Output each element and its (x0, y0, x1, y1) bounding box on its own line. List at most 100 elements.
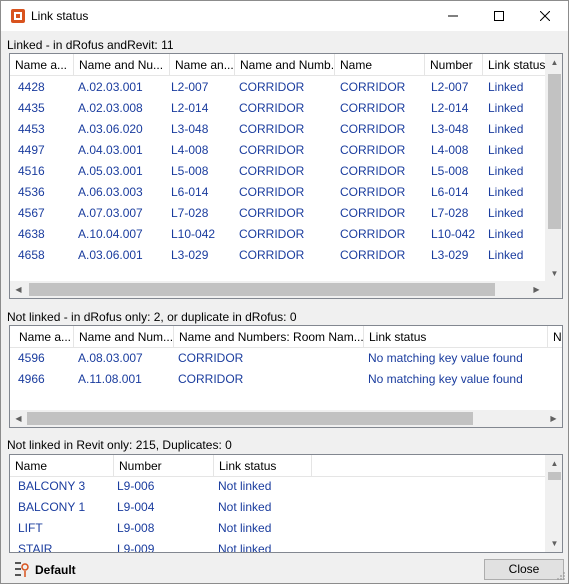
table-cell: Linked (488, 143, 524, 157)
column-header[interactable]: Name and Numb... (235, 54, 335, 76)
close-icon (540, 11, 550, 21)
table-cell: CORRIDOR (239, 122, 305, 136)
title-bar: Link status (1, 1, 568, 31)
column-header[interactable]: Name an... (170, 54, 235, 76)
window-title: Link status (31, 9, 89, 23)
column-header[interactable]: Na (548, 326, 562, 348)
table-cell: Linked (488, 80, 524, 94)
table-cell: L5-008 (171, 164, 209, 178)
table-cell: L2-007 (171, 80, 209, 94)
table-cell: 4435 (18, 101, 45, 115)
table-cell: 4428 (18, 80, 45, 94)
table-cell: L3-029 (431, 248, 469, 262)
table-cell: L3-048 (431, 122, 469, 136)
column-header[interactable]: Name (10, 455, 114, 477)
table-cell: Linked (488, 122, 524, 136)
table-cell: CORRIDOR (178, 372, 244, 386)
table-cell: LIFT (18, 521, 43, 535)
table-cell: CORRIDOR (239, 248, 305, 262)
column-header[interactable]: Name a... (14, 326, 74, 348)
minimize-icon (448, 15, 458, 17)
column-header[interactable]: Number (114, 455, 214, 477)
table-cell: L9-004 (117, 500, 155, 514)
close-window-button[interactable] (522, 1, 568, 31)
scroll-down-arrow-icon[interactable]: ▼ (546, 265, 562, 282)
table-cell: BALCONY 3 (18, 479, 86, 493)
scrollbar-thumb[interactable] (29, 283, 495, 296)
table-cell: L6-014 (171, 185, 209, 199)
resize-grip-icon[interactable] (556, 571, 566, 581)
minimize-button[interactable] (430, 1, 476, 31)
table-cell: CORRIDOR (178, 351, 244, 365)
table-cell: CORRIDOR (340, 101, 406, 115)
scroll-up-arrow-icon[interactable]: ▲ (546, 455, 562, 472)
table-cell: Not linked (218, 542, 272, 553)
table-cell: A.03.06.001 (78, 248, 143, 262)
table-cell: 4966 (18, 372, 45, 386)
column-header[interactable]: Name (335, 54, 425, 76)
table-cell: Not linked (218, 500, 272, 514)
table-cell: Linked (488, 248, 524, 262)
scrollbar-thumb[interactable] (548, 74, 561, 229)
vertical-scrollbar[interactable]: ▲ ▼ (545, 54, 562, 282)
table-cell: A.06.03.003 (78, 185, 143, 199)
column-header[interactable]: Name a... (10, 54, 74, 76)
table-cell: A.11.08.001 (78, 372, 142, 386)
bottom-bar: Default Close (1, 556, 568, 583)
table-cell: L10-042 (171, 227, 216, 241)
table-cell: L2-014 (171, 101, 209, 115)
table-cell: A.07.03.007 (78, 206, 143, 220)
table-cell: CORRIDOR (340, 185, 406, 199)
horizontal-scrollbar[interactable]: ◀ ▶ (10, 281, 545, 298)
table-cell: Not linked (218, 521, 272, 535)
column-header[interactable]: Link status (364, 326, 548, 348)
table-cell: L9-008 (117, 521, 155, 535)
scroll-left-arrow-icon[interactable]: ◀ (10, 410, 27, 427)
table-cell: 4536 (18, 185, 45, 199)
vertical-scrollbar[interactable]: ▲ ▼ (545, 455, 562, 552)
not-linked-revit-grid[interactable]: Name Number Link status BALCONY 3 L9-006 N… (9, 454, 563, 553)
close-button[interactable]: Close (484, 559, 564, 580)
scroll-down-arrow-icon[interactable]: ▼ (546, 535, 562, 552)
column-header[interactable]: Name and Num... (74, 326, 174, 348)
table-cell: L5-008 (431, 164, 469, 178)
linked-grid-header: Name a... Name and Nu... Name an... Name… (10, 54, 547, 76)
not-linked-drofus-grid[interactable]: Name a... Name and Num... Name and Numbe… (9, 325, 563, 428)
scroll-left-arrow-icon[interactable]: ◀ (10, 281, 27, 298)
column-header[interactable]: Name and Nu... (74, 54, 170, 76)
table-cell: Linked (488, 206, 524, 220)
linked-grid[interactable]: Name a... Name and Nu... Name an... Name… (9, 53, 563, 299)
scroll-up-arrow-icon[interactable]: ▲ (546, 54, 562, 71)
horizontal-scrollbar[interactable]: ◀ ▶ (10, 410, 562, 427)
table-cell: L7-028 (431, 206, 469, 220)
table-cell: A.05.03.001 (78, 164, 143, 178)
scrollbar-thumb[interactable] (548, 472, 561, 480)
table-cell: A.04.03.001 (78, 143, 143, 157)
table-cell: CORRIDOR (340, 227, 406, 241)
table-cell: L2-014 (431, 101, 469, 115)
table-cell: 4516 (18, 164, 45, 178)
table-cell: Linked (488, 101, 524, 115)
column-header[interactable]: Number (425, 54, 483, 76)
table-cell: L9-006 (117, 479, 155, 493)
table-cell: CORRIDOR (340, 80, 406, 94)
scroll-right-arrow-icon[interactable]: ▶ (528, 281, 545, 298)
drofus-app-icon (11, 9, 25, 23)
layout-config-icon[interactable] (14, 560, 30, 578)
table-cell: CORRIDOR (239, 101, 305, 115)
table-cell: CORRIDOR (239, 164, 305, 178)
scroll-right-arrow-icon[interactable]: ▶ (545, 410, 562, 427)
table-cell: L4-008 (431, 143, 469, 157)
column-header[interactable]: Name and Numbers: Room Nam... (174, 326, 364, 348)
table-cell: No matching key value found (368, 351, 523, 365)
default-layout-label[interactable]: Default (35, 563, 76, 577)
table-cell: A.03.06.020 (78, 122, 143, 136)
table-cell: A.10.04.007 (78, 227, 143, 241)
table-cell: L4-008 (171, 143, 209, 157)
maximize-button[interactable] (476, 1, 522, 31)
column-header[interactable]: Link status (483, 54, 547, 76)
table-cell: CORRIDOR (340, 206, 406, 220)
scrollbar-thumb[interactable] (27, 412, 473, 425)
column-header[interactable]: Link status (214, 455, 312, 477)
table-cell: 4567 (18, 206, 45, 220)
